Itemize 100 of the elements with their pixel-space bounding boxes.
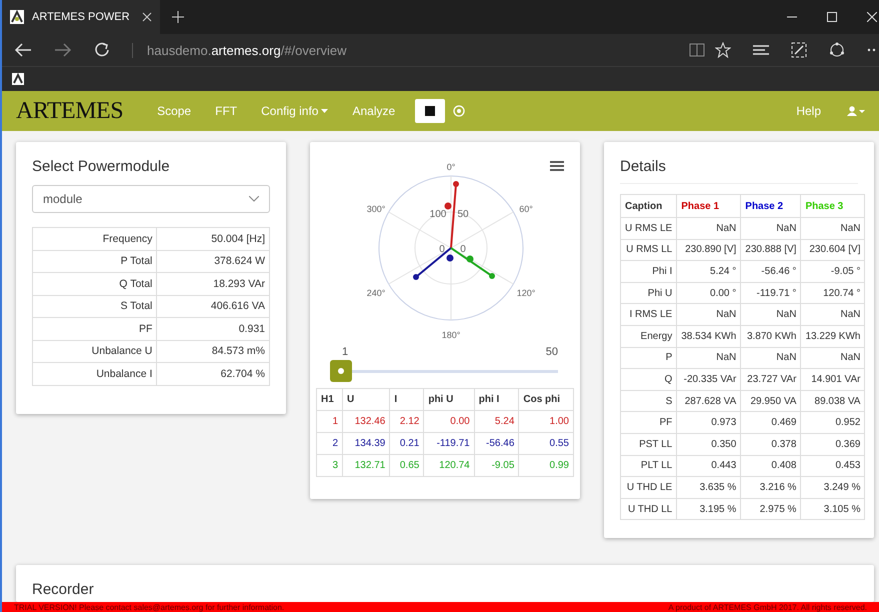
table-cell: NaN [800,347,865,369]
table-cell: 132.46 [342,410,390,432]
share-icon[interactable] [829,42,845,58]
table-cell: -56.46 ° [740,260,801,282]
table-cell: 0.469 [740,412,801,434]
logo-icon [10,10,24,24]
table-cell: U RMS LL [620,239,677,261]
more-icon[interactable] [867,48,877,52]
column-header: Cos phi [518,388,574,410]
table-cell: Unbalance I [32,362,157,385]
table-cell: 2.12 [390,410,424,432]
table-cell: 0.65 [390,454,424,476]
close-icon[interactable] [142,12,152,22]
table-cell: 3.105 % [800,498,865,520]
nav-link[interactable]: Config info [249,104,340,118]
table-cell: U THD LE [620,476,677,498]
table-cell: 13.229 KWh [800,325,865,348]
slider-label: 50 [546,346,558,358]
table-cell: NaN [676,218,741,240]
table-cell: -9.05 [474,454,519,476]
card-title: Details [620,158,858,184]
angle-label: 300° [366,204,386,214]
nav-link[interactable]: Scope [145,104,204,118]
table-cell: 0.931 [156,318,270,340]
table-cell: P [620,347,677,369]
table-cell: Unbalance U [32,340,157,362]
nav-link[interactable]: FFT [203,104,250,118]
table-cell: 0.443 [676,455,741,477]
table-cell: 0.55 [518,432,574,454]
module-select[interactable]: module [32,185,270,213]
table-cell: 406.616 VA [156,295,270,318]
table-cell: 1 [316,410,343,432]
table-cell: NaN [740,218,801,240]
maximize-icon[interactable] [827,12,837,22]
table-cell: Q Total [32,272,157,295]
footer-text: A product of ARTEMES GmbH 2017. All rights reserved. [668,602,867,612]
table-cell: 134.39 [342,432,390,454]
footer-text: TRIAL VERSION! Please contact sales@artemes.org for further information. [14,602,284,612]
harmonic-slider[interactable] [330,360,558,382]
book-icon[interactable] [689,43,705,57]
table-cell: 230.888 [V] [740,239,801,261]
table-cell: 0.00 ° [676,282,741,304]
table-cell: 3.216 % [740,476,801,498]
table-cell: -56.46 [474,432,519,454]
nav-link[interactable]: Analyze [340,104,408,118]
table-cell: 50.004 [Hz] [156,228,270,250]
table-cell: 3.870 KWh [740,325,801,348]
card-title: Select Powermodule [32,158,171,175]
angle-label: 180° [442,330,460,340]
table-cell: 120.74 ° [800,282,865,304]
axis-label: 0 [460,244,466,255]
back-icon[interactable] [14,43,32,57]
table-cell: 3.249 % [800,476,865,498]
table-cell: PF [32,318,157,340]
table-cell: NaN [676,304,741,326]
table-cell: 3 [316,454,343,476]
brand-logo[interactable]: ARTEMES [16,98,124,124]
table-cell: 230.604 [V] [800,239,865,261]
forward-icon[interactable] [54,43,72,57]
table-cell: NaN [676,347,741,369]
table-cell: NaN [800,218,865,240]
table-cell: 14.901 VAr [800,368,865,390]
slider-thumb[interactable] [330,360,352,382]
refresh-icon[interactable] [94,42,110,58]
table-cell: 0.378 [740,433,801,456]
address-field[interactable]: hausdemo.artemes.org/#/overview [132,42,346,58]
column-header: phi U [424,388,474,410]
table-cell: S Total [32,295,157,318]
table-cell: 89.038 VA [800,390,865,412]
browser-tab[interactable]: ARTEMES POWER [2,0,160,34]
table-cell: 2.975 % [740,498,801,520]
table-cell: 0.973 [676,412,741,434]
table-cell: 5.24 ° [676,260,741,282]
note-icon[interactable] [791,42,807,58]
close-icon[interactable] [867,12,877,22]
stop-button[interactable] [415,99,446,123]
axis-label: 50 [457,209,469,220]
table-cell: Frequency [32,228,157,250]
column-header: U [342,388,390,410]
table-cell: 5.24 [474,410,519,432]
table-cell: Phi U [620,282,677,304]
help-link[interactable]: Help [784,104,833,118]
table-cell: 3.195 % [676,498,741,520]
menu-icon[interactable] [550,160,564,172]
axis-label: 0 [439,244,445,255]
plus-icon[interactable] [172,11,184,23]
star-icon[interactable] [715,42,731,58]
column-header: Caption [620,194,677,218]
table-cell: 84.573 m% [156,340,270,362]
table-cell: 230.890 [V] [676,239,741,261]
logo-icon[interactable] [12,73,24,85]
table-cell: NaN [740,304,801,326]
table-cell: U RMS LE [620,218,677,240]
table-cell: Q [620,368,677,390]
table-cell: I RMS LE [620,304,677,326]
table-cell: -119.71 ° [740,282,801,304]
tab-title: ARTEMES POWER [32,11,131,23]
table-cell: -20.335 VAr [676,368,741,390]
angle-label: 0° [446,162,456,172]
card-title: Recorder [32,581,95,598]
